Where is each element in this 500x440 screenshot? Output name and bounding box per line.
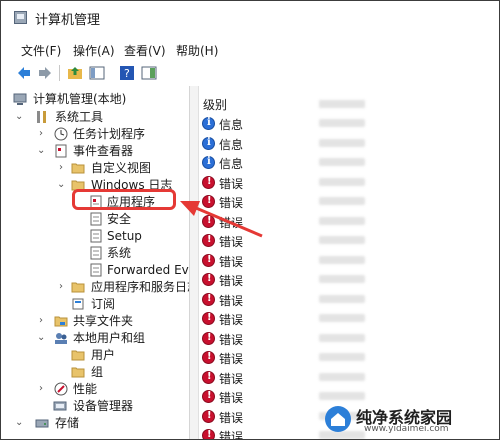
watermark: 纯净系统家园 www.yidaimei.com — [324, 402, 494, 436]
arrow-head — [180, 201, 200, 216]
watermark-logo-icon — [325, 406, 351, 432]
arrow-shaft — [195, 206, 263, 238]
annotation-arrow — [180, 201, 263, 238]
watermark-url: www.yidaimei.com — [364, 424, 449, 434]
